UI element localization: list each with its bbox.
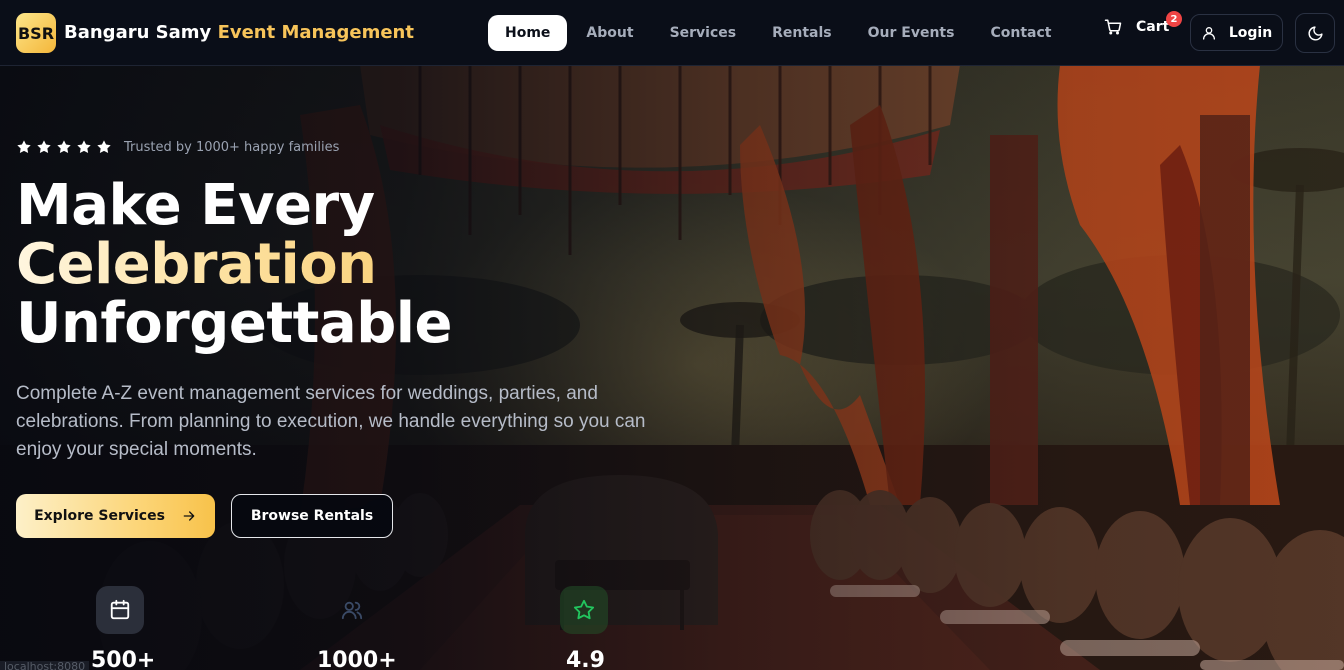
hero-description: Complete A-Z event management services f… (16, 383, 646, 460)
star-icon (17, 140, 31, 153)
star-icon (560, 586, 608, 634)
nav-rentals[interactable]: Rentals (755, 15, 849, 51)
rating-row: Trusted by 1000+ happy families (16, 139, 339, 155)
nav-services[interactable]: Services (653, 15, 754, 51)
nav-home[interactable]: Home (488, 15, 568, 51)
login-label: Login (1228, 24, 1273, 41)
nav-contact[interactable]: Contact (973, 15, 1068, 51)
hero-overlay (0, 65, 1344, 670)
star-icon (77, 140, 91, 153)
users-icon (328, 586, 376, 634)
login-button[interactable]: Login (1190, 14, 1283, 51)
browse-rentals-button[interactable]: Browse Rentals (231, 494, 393, 538)
explore-services-label: Explore Services (34, 508, 165, 524)
stat-rating-value: 4.9 (566, 648, 605, 670)
top-navbar: BSR Bangaru Samy Event Management Home A… (0, 0, 1344, 66)
headline-line-2: Celebration (16, 235, 452, 294)
brand-name-accent: Event Management (217, 22, 414, 43)
user-icon (1202, 26, 1215, 40)
star-icon (37, 140, 51, 153)
moon-icon (1308, 25, 1323, 40)
star-icon (97, 140, 111, 153)
star-icon (57, 140, 71, 153)
headline-line-1: Make Every (16, 173, 375, 238)
theme-toggle-button[interactable] (1295, 13, 1335, 53)
brand-name-primary: Bangaru Samy (64, 22, 212, 43)
hero-headline: Make Every Celebration Unforgettable (16, 176, 452, 353)
brand-name[interactable]: Bangaru Samy Event Management (64, 22, 414, 43)
shopping-cart-icon (1104, 19, 1122, 35)
stat-families-value: 1000+ (317, 648, 397, 670)
stat-events-value: 500+ (91, 648, 156, 670)
cart-count-badge: 2 (1166, 11, 1182, 27)
explore-services-button[interactable]: Explore Services (16, 494, 215, 538)
nav-our-events[interactable]: Our Events (851, 15, 972, 51)
arrow-right-icon (183, 511, 195, 521)
calendar-icon (96, 586, 144, 634)
main-nav: Home About Services Rentals Our Events C… (488, 15, 1070, 51)
cart-label: Cart (1136, 19, 1170, 35)
brand-logo[interactable]: BSR (16, 13, 56, 53)
headline-line-3: Unforgettable (16, 291, 452, 356)
cart-button[interactable]: Cart (1104, 18, 1169, 36)
trust-text: Trusted by 1000+ happy families (124, 139, 340, 155)
nav-about[interactable]: About (569, 15, 650, 51)
status-bar-url: localhost:8080 (0, 661, 90, 670)
